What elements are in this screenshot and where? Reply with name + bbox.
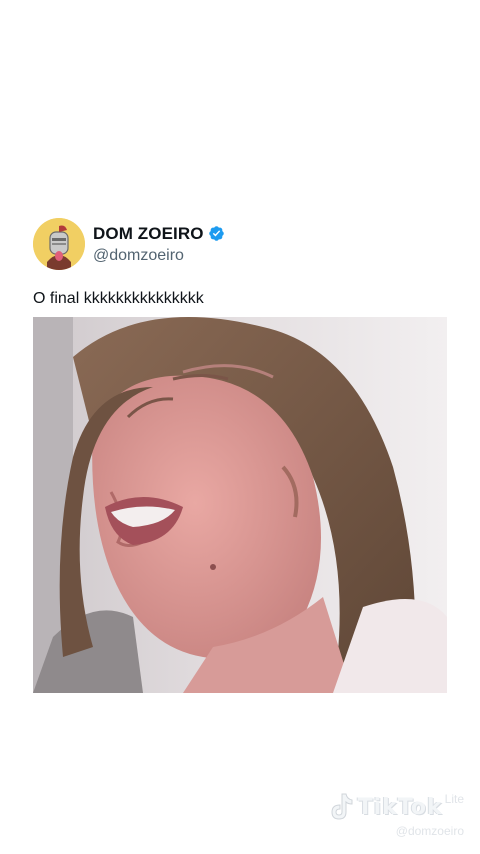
- watermark-brand-row: TikTok Lite: [328, 792, 464, 822]
- watermark-brand: TikTok: [357, 794, 443, 820]
- tiktok-watermark: TikTok Lite @domzoeiro: [328, 792, 464, 838]
- screen: DOM ZOEIRO @domzoeiro O final kkkkkkkkkk…: [0, 0, 480, 854]
- author-names: DOM ZOEIRO @domzoeiro: [93, 224, 225, 265]
- display-name[interactable]: DOM ZOEIRO: [93, 224, 204, 244]
- tweet-header: DOM ZOEIRO @domzoeiro: [33, 218, 225, 270]
- knight-avatar-icon: [33, 218, 85, 270]
- watermark-username: @domzoeiro: [395, 824, 464, 838]
- tweet-text: O final kkkkkkkkkkkkkkk: [33, 290, 204, 307]
- avatar[interactable]: [33, 218, 85, 270]
- handle[interactable]: @domzoeiro: [93, 247, 225, 265]
- verified-badge-icon: [208, 226, 224, 241]
- display-name-row: DOM ZOEIRO: [93, 224, 225, 244]
- video-player[interactable]: [33, 317, 447, 693]
- watermark-suffix: Lite: [444, 792, 464, 806]
- tiktok-logo-icon: [331, 793, 353, 820]
- video-frame-image: [33, 317, 447, 693]
